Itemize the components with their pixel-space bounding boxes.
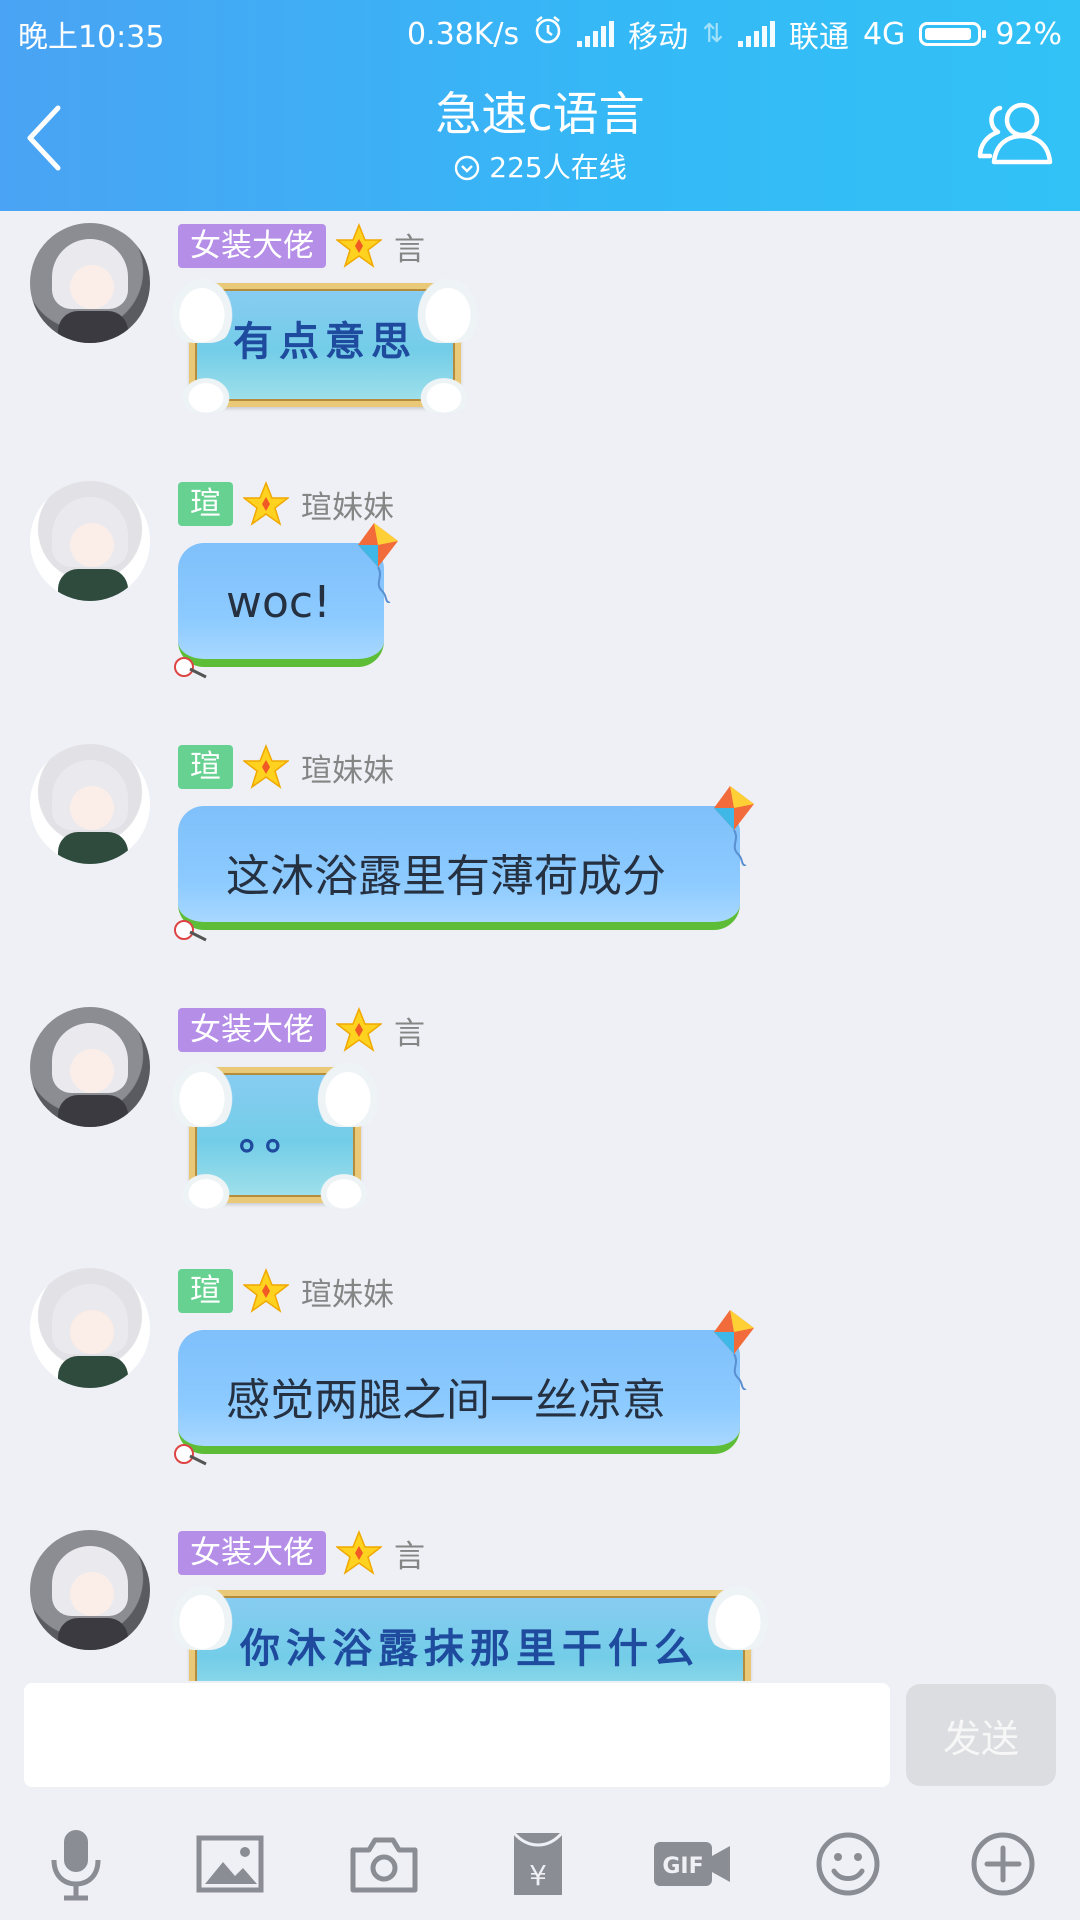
group-members-icon (977, 102, 1053, 165)
star-icon (243, 481, 289, 526)
online-count-text: 225人在线 (489, 151, 627, 184)
member-title-badge: 瑄 (178, 745, 233, 789)
emoji-icon (816, 1832, 880, 1896)
avatar[interactable] (30, 1268, 150, 1388)
net-speed: 0.38K/s (406, 16, 520, 52)
data-transfer-icon: ⇅ (702, 19, 724, 49)
battery-icon (919, 22, 987, 46)
microphone-icon (51, 1830, 101, 1901)
chat-header: 晚上10:35 0.38K/s 移动 ⇅ 联通 4G 92% 急速c语言 225… (0, 0, 1080, 211)
message-bubble[interactable]: 有点意思 (167, 273, 483, 413)
gif-button[interactable]: GIF (652, 1826, 732, 1902)
online-count[interactable]: 225人在线 (0, 148, 1080, 188)
page-title: 急速c语言 (435, 87, 645, 141)
kite-icon (714, 1310, 754, 1390)
member-title-badge: 女装大佬 (178, 1531, 326, 1575)
message-text: woc! (226, 577, 331, 628)
avatar[interactable] (30, 223, 150, 343)
sender-row: 女装大佬 言 (178, 223, 425, 269)
star-icon (243, 744, 289, 789)
send-button[interactable]: 发送 (906, 1684, 1056, 1786)
carrier-1: 移动 (628, 20, 689, 55)
group-members-button[interactable] (972, 96, 1058, 172)
chevron-down-circle-icon (455, 155, 480, 181)
photo-button[interactable] (190, 1826, 270, 1902)
star-icon (336, 223, 382, 268)
avatar[interactable] (30, 1530, 150, 1650)
message-bubble[interactable]: woc! (174, 523, 398, 679)
sender-row: 女装大佬 言 (178, 1007, 425, 1053)
kite-reel-icon (174, 1444, 207, 1466)
image-icon (196, 1835, 264, 1893)
message-text: 你沐浴露抹那里干什么 (240, 1625, 700, 1672)
svg-text:¥: ¥ (529, 1859, 547, 1892)
emoji-button[interactable] (808, 1826, 888, 1902)
signal-icon (577, 21, 615, 47)
avatar[interactable] (30, 481, 150, 601)
status-bar: 晚上10:35 0.38K/s 移动 ⇅ 联通 4G 92% (0, 0, 1080, 60)
plus-icon (971, 1832, 1035, 1896)
more-button[interactable] (963, 1826, 1043, 1902)
kite-reel-icon (174, 920, 207, 942)
status-time: 晚上10:35 (18, 20, 165, 55)
member-title-badge: 瑄 (178, 1269, 233, 1313)
member-title-badge: 瑄 (178, 482, 233, 526)
star-icon (336, 1530, 382, 1575)
avatar[interactable] (30, 744, 150, 864)
red-packet-button[interactable]: ¥ (498, 1826, 578, 1902)
carrier-2: 联通 (788, 20, 849, 55)
voice-button[interactable] (36, 1826, 116, 1902)
message-input[interactable] (24, 1683, 890, 1787)
sender-name: 言 (394, 1538, 425, 1575)
message-text: 这沐浴露里有薄荷成分 (226, 851, 666, 902)
message-text: 。。 (239, 1112, 311, 1159)
input-bar: 发送 (0, 1681, 1080, 1799)
message-text: 感觉两腿之间一丝凉意 (226, 1375, 666, 1426)
message-bubble[interactable]: 这沐浴露里有薄荷成分 (174, 786, 754, 942)
sender-name: 瑄妹妹 (301, 752, 394, 789)
sender-row: 瑄 瑄妹妹 (178, 744, 394, 790)
input-toolbar: ¥ GIF (0, 1800, 1080, 1920)
message-text: 有点意思 (233, 318, 417, 365)
camera-icon (350, 1837, 418, 1893)
sender-name: 瑄妹妹 (301, 1276, 394, 1313)
red-packet-icon: ¥ (512, 1831, 564, 1895)
battery-fill (925, 28, 972, 40)
kite-icon (714, 786, 754, 866)
member-title-badge: 女装大佬 (178, 1008, 326, 1052)
title-area: 急速c语言 225人在线 (0, 86, 1080, 188)
sender-name: 言 (394, 231, 425, 268)
message-list[interactable]: 女装大佬 言 有点意思 瑄 瑄妹妹 woc! 瑄 瑄妹妹 这沐浴露里有薄荷成分 … (0, 211, 1080, 1681)
network-type: 4G (862, 16, 906, 52)
sender-name: 言 (394, 1015, 425, 1052)
avatar[interactable] (30, 1007, 150, 1127)
signal-icon-2 (737, 21, 775, 47)
message-bubble[interactable]: 。。 (167, 1057, 383, 1209)
kite-icon (358, 523, 398, 603)
battery-percent: 92% (995, 16, 1062, 52)
sender-row: 瑄 瑄妹妹 (178, 1268, 394, 1314)
kite-reel-icon (174, 657, 207, 679)
svg-text:GIF: GIF (662, 1854, 703, 1879)
gif-icon: GIF (654, 1842, 730, 1886)
alarm-icon (533, 15, 563, 53)
star-icon (243, 1268, 289, 1313)
message-bubble[interactable]: 你沐浴露抹那里干什么 (167, 1580, 773, 1681)
member-title-badge: 女装大佬 (178, 224, 326, 268)
sender-row: 女装大佬 言 (178, 1530, 425, 1576)
camera-button[interactable] (344, 1826, 424, 1902)
status-icons: 0.38K/s 移动 ⇅ 联通 4G 92% (407, 12, 1062, 56)
star-icon (336, 1007, 382, 1052)
message-bubble[interactable]: 感觉两腿之间一丝凉意 (174, 1310, 754, 1466)
